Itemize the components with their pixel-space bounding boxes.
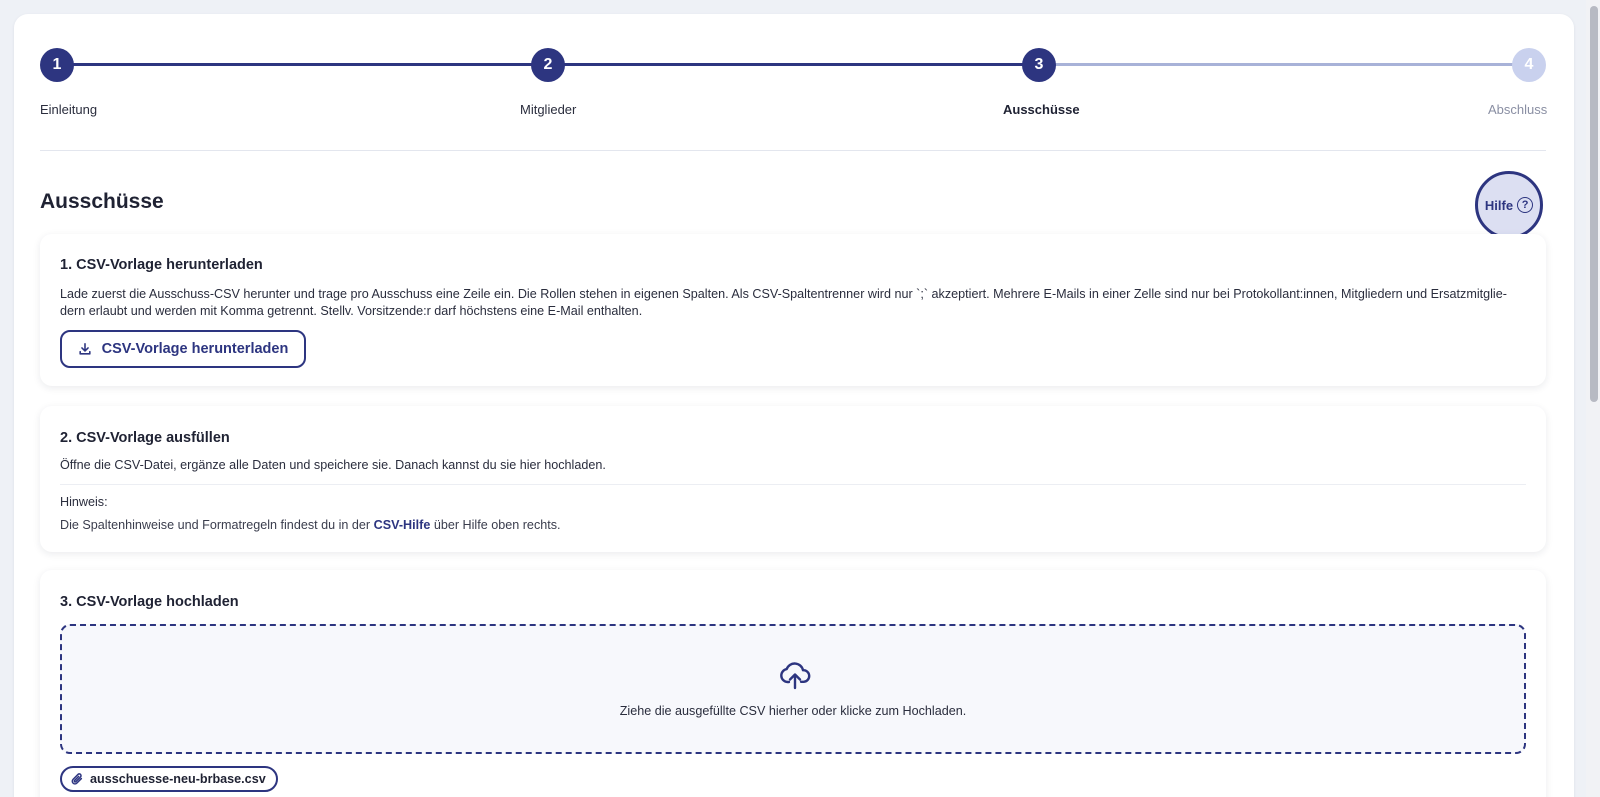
note-text-before: Die Spaltenhinweise und Formatregeln fin… — [60, 518, 374, 532]
step-label-ausschuesse: Ausschüsse — [1003, 102, 1080, 117]
card-download-title: 1. CSV-Vorlage herunterladen — [60, 257, 263, 273]
download-template-button[interactable]: CSV-Vorlage herunterladen — [60, 330, 306, 368]
paperclip-icon — [71, 773, 83, 785]
question-circle-icon: ? — [1517, 197, 1534, 213]
header-divider — [40, 150, 1546, 151]
step-number-3: 3 — [1022, 48, 1056, 82]
step-number-2: 2 — [531, 48, 565, 82]
step-label-abschluss: Abschluss — [1488, 102, 1548, 117]
card-upload-template: 3. CSV-Vorlage hochladen Ziehe die ausge… — [40, 570, 1546, 797]
download-icon — [79, 342, 91, 355]
note-text: Die Spaltenhinweise und Formatregeln fin… — [60, 518, 561, 532]
card-upload-title: 3. CSV-Vorlage hochladen — [60, 594, 239, 610]
note-text-after: über Hilfe oben rechts. — [430, 518, 561, 532]
csv-help-link[interactable]: CSV-Hilfe — [374, 518, 431, 532]
page-title: Ausschüsse — [40, 190, 164, 213]
dropzone-text: Ziehe die ausgefüllte CSV hierher oder k… — [619, 704, 967, 718]
step-number-1: 1 — [40, 48, 74, 82]
step-label-einleitung: Einleitung — [40, 102, 98, 117]
step-number-4: 4 — [1512, 48, 1546, 82]
step-label-mitglieder: Mitglieder — [520, 102, 577, 117]
main-panel: 1 Einleitung 2 Mitglieder 3 Ausschüsse 4… — [14, 14, 1574, 797]
card-fill-divider — [60, 484, 1526, 485]
progress-stepper: 1 Einleitung 2 Mitglieder 3 Ausschüsse 4… — [40, 48, 1548, 118]
scrollbar-thumb[interactable] — [1590, 6, 1598, 402]
download-template-label: CSV-Vorlage herunterladen — [101, 341, 289, 357]
uploaded-file-name: ausschuesse-neu-brbase.csv — [90, 772, 266, 786]
cloud-upload-icon — [780, 662, 811, 690]
stepper-track-1 — [57, 63, 548, 66]
card-download-text-line1: Lade zuerst die Ausschuss-CSV herunter u… — [60, 287, 1507, 301]
card-download-template: 1. CSV-Vorlage herunterladen Lade zuerst… — [40, 234, 1546, 386]
card-download-text-line2: dern erlaubt und werden mit Komma getren… — [60, 304, 643, 318]
stepper-track-2 — [548, 63, 1039, 66]
card-fill-title: 2. CSV-Vorlage ausfüllen — [60, 430, 230, 446]
help-button-label: Hilfe — [1484, 197, 1514, 213]
card-fill-template: 2. CSV-Vorlage ausfüllen Öffne die CSV-D… — [40, 406, 1546, 552]
help-button[interactable]: Hilfe ? — [1475, 171, 1543, 239]
card-fill-text: Öffne die CSV-Datei, ergänze alle Daten … — [60, 458, 606, 472]
csv-dropzone[interactable]: Ziehe die ausgefüllte CSV hierher oder k… — [60, 624, 1526, 754]
note-title: Hinweis: — [60, 495, 108, 509]
stepper-track-3 — [1039, 63, 1529, 66]
uploaded-file-chip[interactable]: ausschuesse-neu-brbase.csv — [60, 766, 278, 792]
